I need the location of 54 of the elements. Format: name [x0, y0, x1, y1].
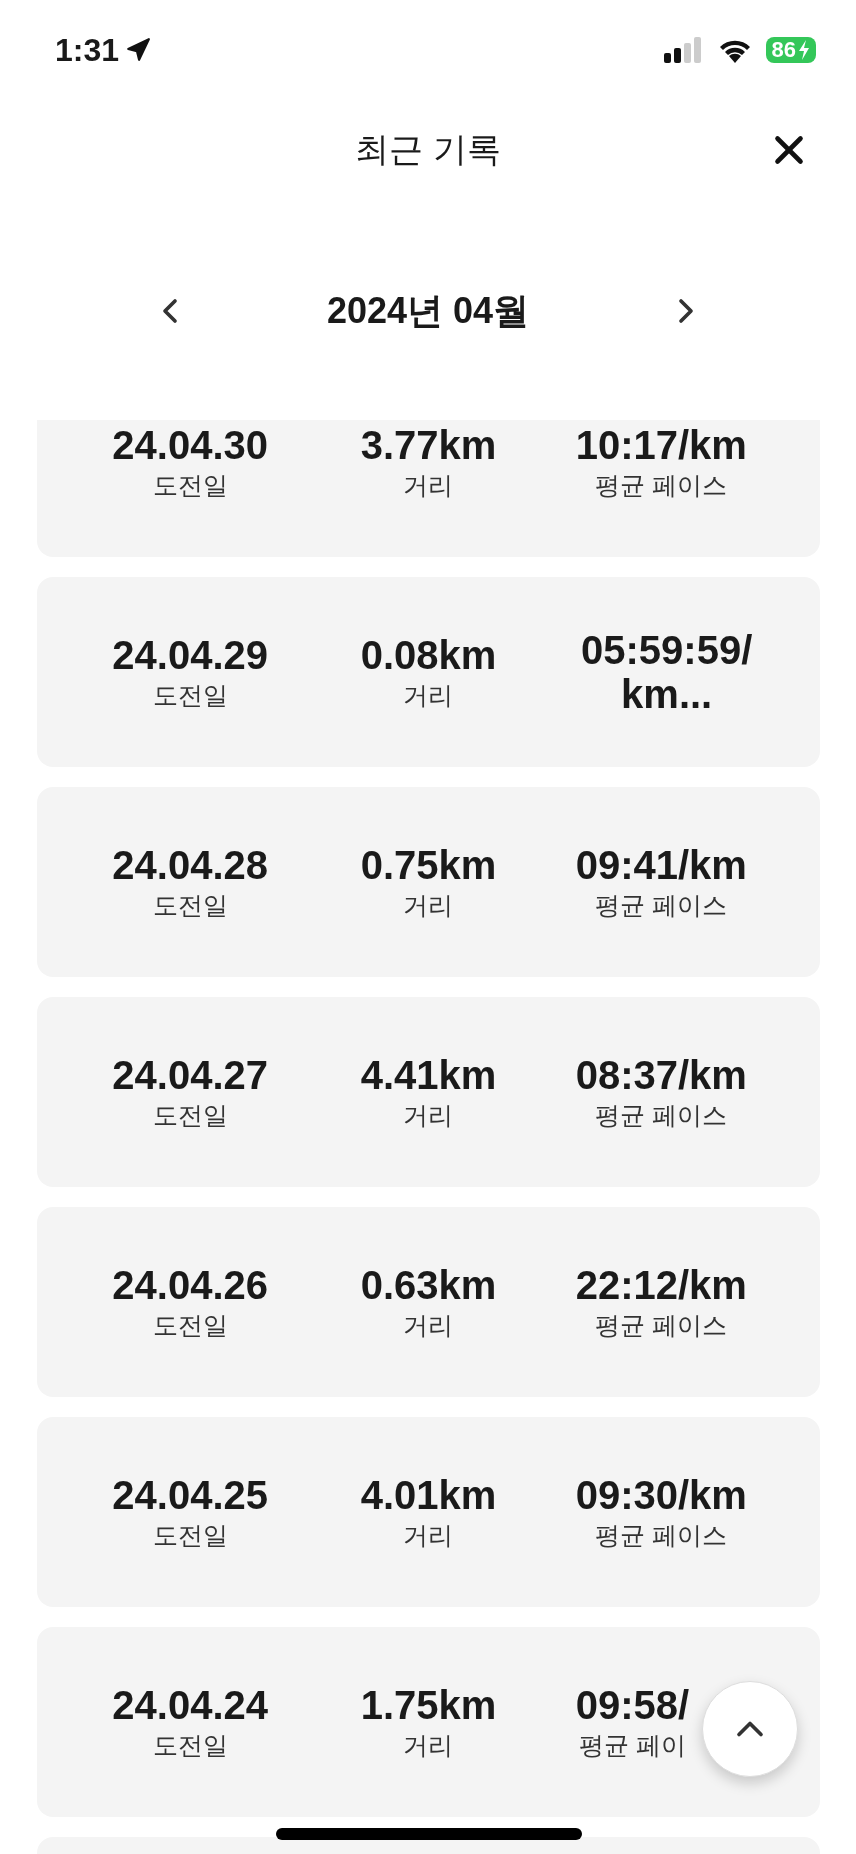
record-date: 24.04.30 [112, 422, 268, 467]
date-caption: 도전일 [152, 1729, 228, 1761]
record-card[interactable]: 24.04.29 도전일 0.08km 거리 05:59:59/km... [37, 577, 820, 767]
page-title: 최근 기록 [355, 129, 501, 170]
pace-caption: 평균 페이스 [595, 1519, 728, 1551]
record-date: 24.04.28 [112, 842, 268, 887]
record-date: 24.04.24 [112, 1682, 268, 1727]
location-arrow-icon [125, 37, 152, 63]
record-card[interactable]: 24.04.24 도전일 1.75km 거리 09:58/ 평균 페이 [37, 1627, 820, 1817]
date-caption: 도전일 [152, 889, 228, 921]
date-caption: 도전일 [152, 1099, 228, 1131]
record-distance: 1.75km [360, 1682, 497, 1727]
record-distance: 0.75km [360, 842, 497, 887]
record-distance: 0.08km [360, 632, 497, 677]
record-pace: 05:59:59/km... [580, 628, 754, 716]
record-pace: 09:41/km [575, 842, 747, 887]
record-card[interactable]: 24.04.25 도전일 4.01km 거리 09:30/km 평균 페이스 [37, 1417, 820, 1607]
distance-caption: 거리 [403, 469, 454, 501]
distance-caption: 거리 [403, 1099, 454, 1131]
date-caption: 도전일 [152, 1309, 228, 1341]
pace-caption: 평균 페이스 [595, 469, 728, 501]
record-date: 24.04.25 [112, 1472, 268, 1517]
record-card[interactable]: 24.04.30 도전일 3.77km 거리 10:17/km 평균 페이스 [37, 420, 820, 557]
record-pace: 09:30/km [575, 1472, 747, 1517]
record-pace: 22:12/km [575, 1262, 747, 1307]
record-card[interactable]: 24.04.28 도전일 0.75km 거리 09:41/km 평균 페이스 [37, 787, 820, 977]
date-caption: 도전일 [152, 1519, 228, 1551]
record-card[interactable]: 24.04.26 도전일 0.63km 거리 22:12/km 평균 페이스 [37, 1207, 820, 1397]
record-pace: 08:37/km [575, 1052, 747, 1097]
status-time: 1:31 [55, 31, 120, 69]
battery-indicator: 86 [765, 37, 816, 63]
record-date: 24.04.27 [112, 1052, 268, 1097]
record-pace: 09:58/ [575, 1682, 690, 1727]
distance-caption: 거리 [403, 679, 454, 711]
distance-caption: 거리 [403, 1309, 454, 1341]
record-date: 24.04.29 [112, 632, 268, 677]
distance-caption: 거리 [403, 1519, 454, 1551]
record-distance: 3.77km [360, 422, 497, 467]
signal-icon [663, 37, 704, 63]
pace-caption: 평균 페이스 [595, 1099, 728, 1131]
distance-caption: 거리 [403, 889, 454, 921]
record-card[interactable]: 24.04.27 도전일 4.41km 거리 08:37/km 평균 페이스 [37, 997, 820, 1187]
month-label: 2024년 04월 [325, 288, 531, 333]
pace-caption: 평균 페이 [578, 1729, 686, 1761]
record-distance: 4.01km [360, 1472, 497, 1517]
date-caption: 도전일 [152, 679, 228, 711]
pace-caption: 평균 페이스 [595, 889, 728, 921]
record-pace: 10:17/km [575, 422, 747, 467]
date-caption: 도전일 [152, 469, 228, 501]
record-date: 24.04.26 [112, 1262, 268, 1307]
record-distance: 0.63km [360, 1262, 497, 1307]
record-distance: 4.41km [360, 1052, 497, 1097]
pace-caption: 평균 페이스 [595, 1309, 728, 1341]
distance-caption: 거리 [403, 1729, 454, 1761]
